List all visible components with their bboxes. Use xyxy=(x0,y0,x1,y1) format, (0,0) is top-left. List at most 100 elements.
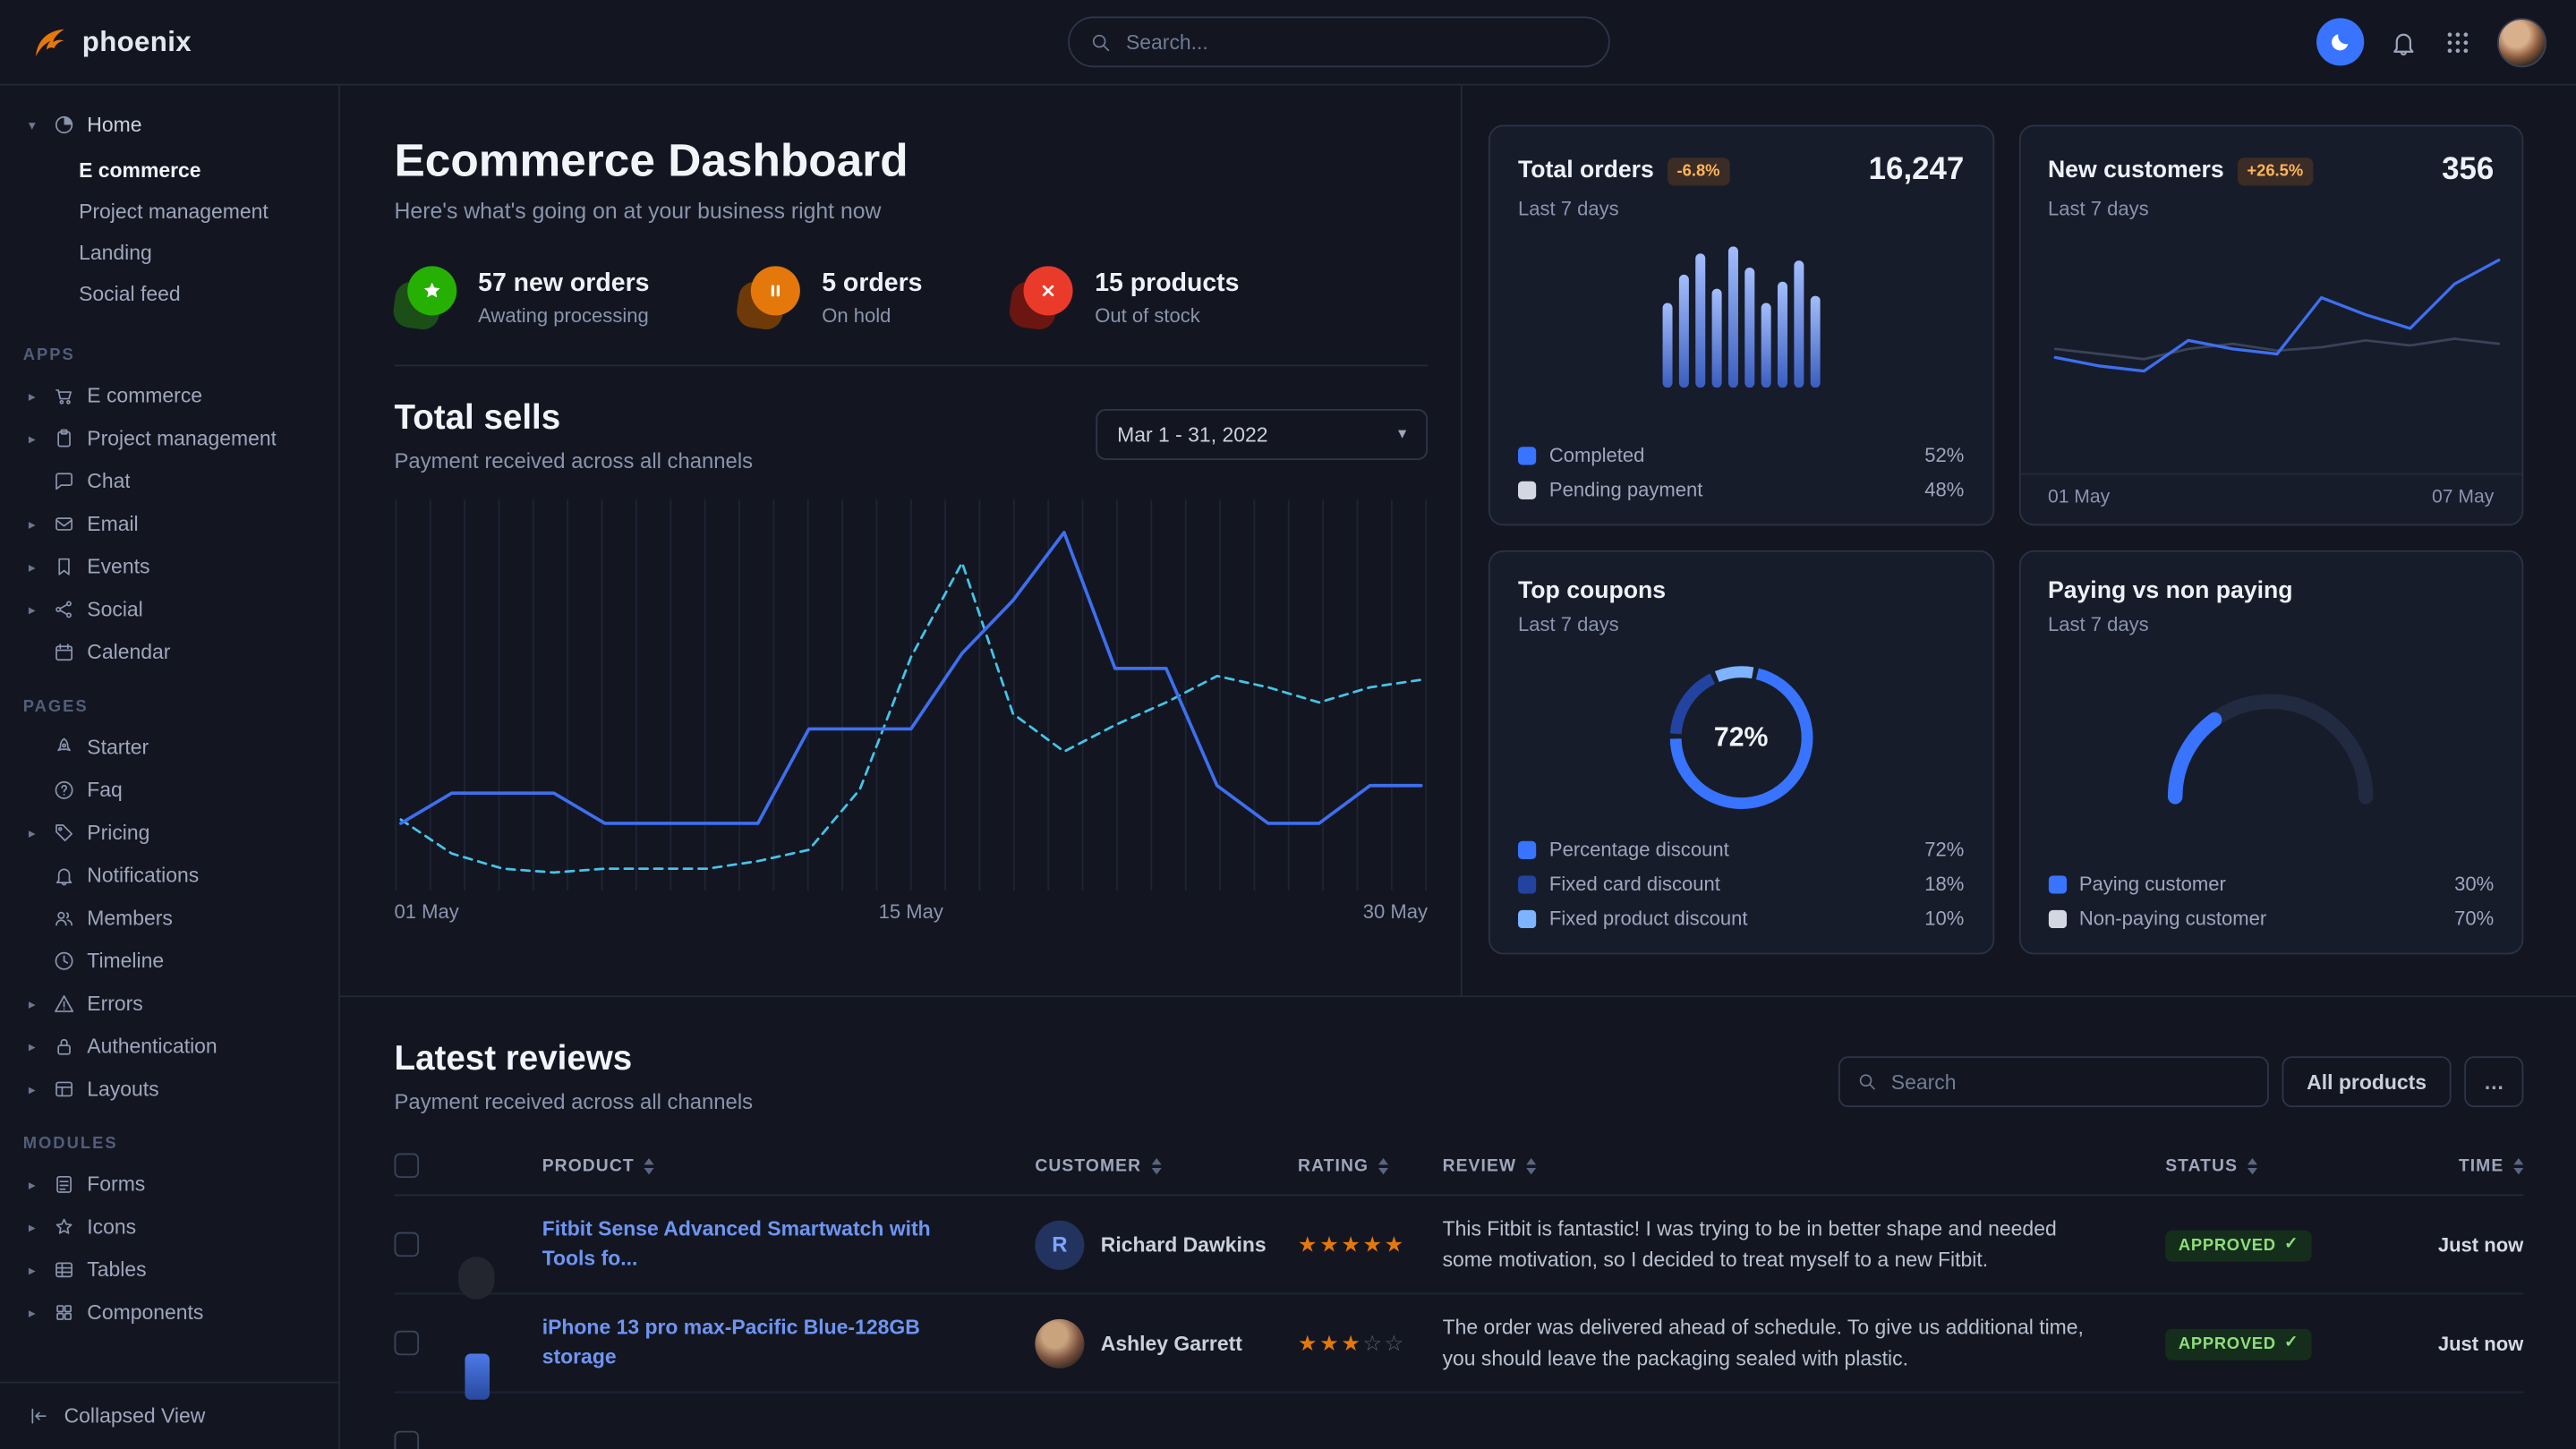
brand[interactable]: phoenix xyxy=(30,22,192,62)
select-all-checkbox[interactable] xyxy=(395,1154,420,1179)
column-header-rating[interactable]: RATING xyxy=(1298,1155,1443,1175)
product-link[interactable]: iPhone 13 pro max-Pacific Blue-128GB sto… xyxy=(542,1314,1036,1371)
date-range-select[interactable]: Mar 1 - 31, 2022 xyxy=(1096,409,1428,460)
sidebar-item-landing[interactable]: Landing xyxy=(0,232,338,273)
legend-row: Percentage discount 72% xyxy=(1518,838,1964,861)
reviews-search[interactable] xyxy=(1838,1056,2269,1107)
sidebar-item-calendar[interactable]: Calendar xyxy=(0,631,338,674)
sidebar-item-email[interactable]: Email xyxy=(0,503,338,546)
sidebar-item-ecommerce-dashboard[interactable]: E commerce xyxy=(0,149,338,191)
apps-menu-button[interactable] xyxy=(2443,27,2472,56)
puzzle-icon xyxy=(53,1301,76,1325)
sidebar-item-forms[interactable]: Forms xyxy=(0,1163,338,1206)
customer-avatar[interactable]: R xyxy=(1035,1220,1084,1269)
stat-caption: Out of stock xyxy=(1095,303,1239,327)
caret-right-icon xyxy=(23,602,41,617)
layout-icon xyxy=(53,1078,76,1101)
sidebar-item-chat[interactable]: Chat xyxy=(0,460,338,503)
sidebar-item-social-feed[interactable]: Social feed xyxy=(0,273,338,314)
rating-stars: ★★★★★ xyxy=(1298,1232,1443,1257)
phoenix-logo-icon xyxy=(30,22,69,62)
column-header-product[interactable]: PRODUCT xyxy=(542,1155,1036,1175)
column-header-review[interactable]: REVIEW xyxy=(1443,1155,2166,1175)
legend-swatch xyxy=(1518,909,1536,927)
sidebar-item-timeline[interactable]: Timeline xyxy=(0,940,338,983)
paying-gauge-chart xyxy=(2147,672,2393,814)
caret-right-icon xyxy=(23,1178,41,1192)
stat-out-of-stock: 15 products Out of stock xyxy=(1011,266,1240,328)
sidebar-item-layouts[interactable]: Layouts xyxy=(0,1068,338,1111)
row-checkbox[interactable] xyxy=(395,1430,420,1449)
share-icon xyxy=(53,598,76,621)
search-icon xyxy=(1090,30,1113,54)
sidebar-item-notifications[interactable]: Notifications xyxy=(0,854,338,897)
caret-right-icon xyxy=(23,1263,41,1277)
column-header-time[interactable]: TIME xyxy=(2362,1155,2523,1175)
table-row: iPhone 13 pro max-Pacific Blue-128GB sto… xyxy=(395,1294,2524,1393)
new-customers-chart xyxy=(2048,240,2494,424)
sidebar-section-modules: MODULES xyxy=(0,1111,338,1163)
latest-reviews-title: Latest reviews xyxy=(395,1040,754,1079)
page-title: Ecommerce Dashboard xyxy=(395,135,1429,188)
sidebar-item-home[interactable]: Home xyxy=(0,102,338,148)
customer-avatar[interactable] xyxy=(1035,1318,1084,1368)
product-link[interactable]: Fitbit Sense Advanced Smartwatch with To… xyxy=(542,1215,1036,1273)
pie-chart-icon xyxy=(53,114,76,137)
sidebar-item-members[interactable]: Members xyxy=(0,897,338,940)
legend-row: Pending payment 48% xyxy=(1518,478,1964,501)
sidebar-item-ecommerce-app[interactable]: E commerce xyxy=(0,374,338,417)
new-customers-x-axis: 01 May 07 May xyxy=(2020,473,2522,524)
navbar-search[interactable] xyxy=(1069,16,1611,67)
review-time: Just now xyxy=(2362,1233,2523,1257)
users-icon xyxy=(53,907,76,930)
table-header: PRODUCT CUSTOMER RATING REVIEW STATUS xyxy=(395,1137,2524,1196)
sidebar-item-pricing[interactable]: Pricing xyxy=(0,812,338,855)
sidebar-item-events[interactable]: Events xyxy=(0,545,338,588)
main-content: Ecommerce Dashboard Here's what's going … xyxy=(340,85,2576,1448)
customer-name: Richard Dawkins xyxy=(1101,1233,1267,1257)
sidebar-item-authentication[interactable]: Authentication xyxy=(0,1025,338,1068)
grid-icon xyxy=(2443,27,2472,56)
user-avatar[interactable] xyxy=(2497,17,2546,66)
x-axis-label: 01 May xyxy=(395,900,459,924)
sidebar-section-pages: PAGES xyxy=(0,674,338,727)
clock-icon xyxy=(53,950,76,973)
caret-right-icon xyxy=(23,389,41,404)
sidebar-item-errors[interactable]: Errors xyxy=(0,983,338,1026)
rating-stars: ★★★☆☆ xyxy=(1298,1330,1443,1356)
navbar: phoenix xyxy=(0,0,2576,85)
sidebar-item-faq[interactable]: Faq xyxy=(0,769,338,812)
table-row: Fitbit Sense Advanced Smartwatch with To… xyxy=(395,1196,2524,1294)
theme-toggle-button[interactable] xyxy=(2316,18,2364,65)
app-root: phoenix Home E commerce Proj xyxy=(0,0,2576,1449)
all-products-button[interactable]: All products xyxy=(2282,1056,2452,1107)
reviews-search-input[interactable] xyxy=(1891,1070,2251,1094)
chat-icon xyxy=(53,470,76,493)
search-input[interactable] xyxy=(1126,30,1590,54)
row-checkbox[interactable] xyxy=(395,1232,420,1257)
more-options-button[interactable]: … xyxy=(2464,1056,2523,1107)
sidebar-item-project-management-app[interactable]: Project management xyxy=(0,417,338,460)
form-icon xyxy=(53,1173,76,1197)
sidebar-item-social[interactable]: Social xyxy=(0,588,338,631)
star-icon xyxy=(395,266,457,328)
donut-center-value: 72% xyxy=(1659,655,1823,820)
sidebar-item-tables[interactable]: Tables xyxy=(0,1249,338,1291)
collapse-view-button[interactable]: Collapsed View xyxy=(0,1382,338,1449)
legend-row: Non-paying customer 70% xyxy=(2048,907,2494,930)
x-axis-label: 07 May xyxy=(2432,488,2494,507)
row-checkbox[interactable] xyxy=(395,1331,420,1356)
stat-caption: Awating processing xyxy=(478,303,649,327)
sidebar-item-icons[interactable]: Icons xyxy=(0,1206,338,1249)
stat-value: 57 new orders xyxy=(478,268,649,298)
notifications-button[interactable] xyxy=(2389,27,2418,56)
sidebar-item-starter[interactable]: Starter xyxy=(0,726,338,769)
sort-icon xyxy=(2248,1157,2257,1173)
sidebar-item-project-management-dashboard[interactable]: Project management xyxy=(0,191,338,232)
sidebar-section-apps: APPS xyxy=(0,322,338,375)
dashboard-left-column: Ecommerce Dashboard Here's what's going … xyxy=(340,85,1461,995)
column-header-customer[interactable]: CUSTOMER xyxy=(1035,1155,1298,1175)
navbar-actions xyxy=(2316,17,2546,66)
column-header-status[interactable]: STATUS xyxy=(2165,1155,2362,1175)
sidebar-item-components[interactable]: Components xyxy=(0,1291,338,1334)
